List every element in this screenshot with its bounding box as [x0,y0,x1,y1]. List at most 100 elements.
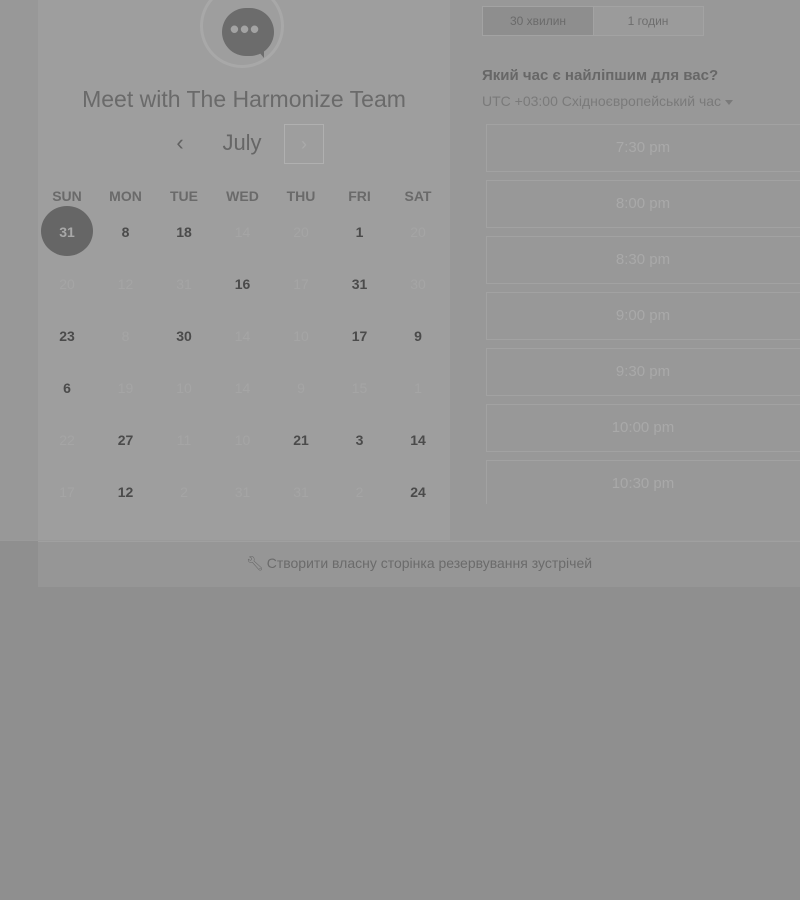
time-slot-button[interactable]: 10:00 pm [486,404,800,452]
month-navigation: ‹ July › [38,124,450,164]
available-day[interactable]: 8 [97,206,155,258]
duration-option-1[interactable]: 1 годин [593,7,703,35]
day-number: 17 [293,276,309,292]
day-number: 18 [176,224,192,240]
weekday-thu: THU [286,188,316,204]
available-day[interactable]: 24 [389,466,447,518]
day-number: 3 [355,432,364,448]
unavailable-day: 2 [331,466,389,518]
unavailable-day: 8 [97,310,155,362]
day-number: 20 [410,224,426,240]
duration-selector: 30 хвилин 1 годин [482,6,704,36]
duration-option-0[interactable]: 30 хвилин [483,7,594,35]
unavailable-day: 10 [214,414,272,466]
day-number: 23 [59,328,75,344]
day-number: 10 [234,432,251,448]
day-number: 9 [297,380,305,396]
day-number: 20 [293,224,309,240]
weekday-sat: SAT [404,188,432,204]
available-day[interactable]: 3 [331,414,389,466]
available-day[interactable]: 9 [389,310,447,362]
day-number: 8 [121,328,130,344]
unavailable-day: 30 [389,258,447,310]
unavailable-day: 10 [272,310,330,362]
day-number: 27 [117,432,134,448]
unavailable-day: 11 [155,414,213,466]
weekday-sun: SUN [52,188,82,204]
unavailable-day: 14 [214,362,272,414]
day-number: 31 [176,276,192,292]
weekday-tue: TUE [170,188,198,204]
day-number: 2 [355,484,364,500]
day-number: 31 [293,484,309,500]
day-number: 31 [59,224,75,240]
wrench-icon: 🔧︎ [245,555,264,571]
chevron-left-icon[interactable]: ‹ [168,128,192,158]
unavailable-day: 17 [272,258,330,310]
time-slot-button[interactable]: 7:30 pm [486,124,800,172]
day-number: 14 [234,224,251,240]
unavailable-day: 19 [97,362,155,414]
day-number: 31 [234,484,251,500]
day-number: 31 [351,276,368,292]
timezone-selector[interactable]: UTC +03:00 Східноєвропейський час [482,93,734,109]
unavailable-day: 14 [214,310,272,362]
day-number: 17 [351,328,368,344]
selected-day[interactable]: 31 [38,206,96,258]
available-day[interactable]: 14 [389,414,447,466]
time-slot-button[interactable]: 8:30 pm [486,236,800,284]
day-number: 17 [59,484,75,500]
day-number: 30 [410,276,426,292]
footer: 🔧︎ Створити власну сторінка резервування … [38,541,800,587]
unavailable-day: 1 [389,362,447,414]
chat-bubble-tail [254,46,264,58]
day-number: 14 [234,328,251,344]
unavailable-day: 31 [155,258,213,310]
day-number: 22 [59,432,75,448]
chevron-right-icon[interactable]: › [284,124,324,164]
available-day[interactable]: 17 [331,310,389,362]
weekday-header: SUN MON TUE WED THU FRI SAT [38,188,450,208]
available-day[interactable]: 31 [331,258,389,310]
weekday-fri: FRI [348,188,371,204]
day-number: 2 [180,484,188,500]
time-slot-button[interactable]: 9:00 pm [486,292,800,340]
day-number: 10 [293,328,309,344]
day-number: 24 [410,484,426,500]
unavailable-day: 15 [331,362,389,414]
available-day[interactable]: 1 [331,206,389,258]
available-day[interactable]: 23 [38,310,96,362]
available-day[interactable]: 6 [38,362,96,414]
available-day[interactable]: 21 [272,414,330,466]
unavailable-day: 20 [389,206,447,258]
day-number: 19 [117,380,134,396]
day-number: 6 [63,380,71,396]
unavailable-day: 10 [155,362,213,414]
calendar-grid: 31 8 18 14 20 1 20 20 12 31 16 17 31 30 23 8 30 14 10 17 9 6 1… [38,206,450,518]
booking-page: ••• Meet with The Harmonize Team ‹ July … [0,0,800,900]
create-booking-page-link[interactable]: 🔧︎ Створити власну сторінка резервування … [38,542,800,586]
day-number: 11 [176,432,192,448]
unavailable-day: 17 [38,466,96,518]
available-day[interactable]: 30 [155,310,213,362]
time-slot-button[interactable]: 8:00 pm [486,180,800,228]
unavailable-day: 20 [38,258,96,310]
timezone-label: UTC +03:00 Східноєвропейський час [482,93,722,109]
unavailable-day: 14 [214,206,272,258]
time-slot-button[interactable]: 10:30 pm [486,460,800,504]
day-number: 30 [176,328,192,344]
weekday-mon: MON [109,188,142,204]
unavailable-day: 20 [272,206,330,258]
available-day[interactable]: 16 [214,258,272,310]
unavailable-day: 31 [272,466,330,518]
available-day[interactable]: 12 [97,466,155,518]
day-number: 14 [410,432,426,448]
available-day[interactable]: 18 [155,206,213,258]
unavailable-day: 22 [38,414,96,466]
time-slot-button[interactable]: 9:30 pm [486,348,800,396]
weekday-wed: WED [226,188,259,204]
day-number: 10 [176,380,192,396]
time-question: Який час є найліпшим для вас? [482,67,719,84]
available-day[interactable]: 27 [97,414,155,466]
day-number: 1 [355,224,364,240]
